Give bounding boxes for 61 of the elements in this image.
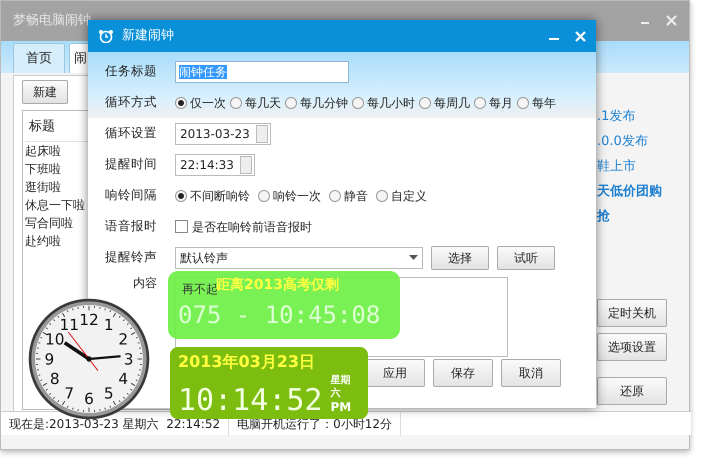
radio-button[interactable]: 每年 (517, 94, 556, 112)
dropdown[interactable]: 默认铃声 (175, 246, 423, 268)
dial-number: 8 (50, 370, 60, 388)
link[interactable]: 天低价团购 (597, 182, 679, 207)
button[interactable]: 取消 (501, 359, 561, 387)
alarm-clock-icon (98, 29, 114, 43)
dialog-title: 新建闹钟 (122, 27, 174, 46)
field-label: 循环设置 (105, 124, 158, 142)
spin-field[interactable]: 22:14:33 (175, 154, 255, 176)
dial-number: 1 (104, 316, 114, 334)
field-label: 提醒铃声 (105, 248, 158, 266)
radio-button[interactable]: 响铃一次 (258, 186, 321, 204)
link[interactable]: .0.0发布 (597, 132, 679, 157)
button[interactable]: 还原 (597, 377, 667, 405)
button[interactable]: 试听 (497, 246, 555, 270)
tab[interactable]: 首页 (13, 42, 65, 73)
dial-number: 2 (118, 330, 128, 349)
hand-pivot (86, 356, 92, 362)
radio-button[interactable]: 静音 (329, 186, 368, 204)
close-icon[interactable] (575, 30, 586, 42)
window-title: 梦畅电脑闹钟 (13, 12, 91, 30)
second-hand (68, 332, 98, 372)
field-label: 任务标题 (105, 62, 158, 80)
field-label: 提醒时间 (105, 155, 158, 174)
field-label: 内容 (132, 277, 158, 290)
radio-button[interactable]: 每周几 (419, 94, 470, 112)
radio-button[interactable]: 每几天 (230, 94, 281, 112)
minute-hand (88, 355, 121, 360)
countdown-value: 075 - 10:45:08 (178, 300, 380, 331)
dial-number: 4 (118, 370, 128, 388)
radio-button[interactable]: 每月 (474, 94, 513, 112)
dial-number: 6 (84, 390, 94, 408)
countdown-title: 距离2013高考仅剩 (216, 276, 340, 293)
link[interactable]: 抢 (597, 207, 679, 232)
field-label: 响铃间隔 (105, 186, 158, 204)
button[interactable]: 保存 (433, 359, 493, 387)
radio-button[interactable]: 仅一次 (175, 94, 226, 112)
dial-number: 9 (44, 350, 54, 368)
link[interactable]: 鞋上市 (597, 157, 679, 182)
radio-button[interactable]: 自定义 (376, 186, 427, 204)
dial-number: 3 (124, 350, 134, 368)
field-label: 语音报时 (105, 217, 158, 236)
checkbox[interactable]: 是否在响铃前语音报时 (175, 218, 312, 236)
hour-hand (64, 341, 90, 360)
button[interactable]: 选择 (431, 246, 489, 270)
dial-number: 7 (64, 384, 74, 403)
clock-date: 2013年03月23日 (178, 351, 316, 373)
new-button[interactable]: 新建 (22, 80, 68, 104)
link[interactable]: .1发布 (597, 107, 679, 132)
dial-number: 5 (104, 384, 114, 403)
radio-button[interactable]: 每几小时 (352, 94, 415, 112)
button[interactable]: 选项设置 (597, 333, 667, 361)
spin-field[interactable]: 2013-03-23 (175, 122, 271, 144)
dial-number: 12 (79, 310, 99, 329)
button[interactable]: 定时关机 (597, 299, 667, 327)
radio-button[interactable]: 每几分钟 (285, 94, 348, 112)
field-label: 循环方式 (105, 93, 158, 112)
button[interactable]: 应用 (365, 359, 425, 387)
caret-icon (409, 255, 418, 260)
clock-weekday: 星期六 (330, 374, 352, 400)
radio-button[interactable]: 不间断响铃 (175, 186, 250, 204)
